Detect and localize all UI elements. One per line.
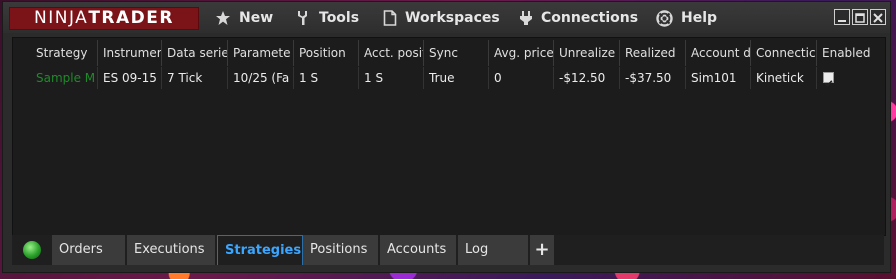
data-series-cell[interactable]: 7 Tick: [162, 67, 228, 89]
menu-help[interactable]: Help: [656, 8, 717, 28]
close-button[interactable]: [870, 9, 886, 25]
enabled-checkbox[interactable]: [823, 72, 834, 88]
logo-ninja: NINJA: [34, 8, 89, 28]
document-icon: [383, 10, 397, 26]
column-header[interactable]: Connectic: [751, 40, 817, 66]
column-header[interactable]: Strategy: [13, 40, 98, 66]
checkmark-icon: [824, 80, 833, 88]
column-header[interactable]: Position: [294, 40, 359, 66]
menu-new[interactable]: New: [215, 8, 273, 28]
menu-workspaces-label: Workspaces: [405, 10, 500, 26]
menu-connections-label: Connections: [541, 10, 639, 26]
close-icon: [873, 13, 883, 23]
wrench-icon: [297, 10, 311, 26]
menu-connections[interactable]: Connections: [519, 8, 638, 28]
minimize-button[interactable]: [834, 9, 850, 25]
menu-tools[interactable]: Tools: [297, 8, 359, 28]
position-cell[interactable]: 1 S: [294, 67, 359, 89]
column-header[interactable]: Data serie: [162, 40, 228, 66]
control-center-window: NINJATRADER New Tools Workspaces Connect…: [2, 1, 891, 273]
instrument-cell[interactable]: ES 09-15: [98, 67, 162, 89]
acct-position-cell[interactable]: 1 S: [359, 67, 424, 89]
column-header[interactable]: Realized: [620, 40, 686, 66]
tab-positions[interactable]: Positions: [303, 235, 378, 265]
tab-log[interactable]: Log: [458, 235, 528, 265]
account-cell[interactable]: Sim101: [686, 67, 751, 89]
column-header[interactable]: Enabled: [817, 40, 885, 66]
maximize-icon: [855, 13, 865, 23]
connection-cell[interactable]: Kinetick: [751, 67, 817, 89]
menu-new-label: New: [239, 10, 274, 26]
realized-cell[interactable]: -$37.50: [620, 67, 686, 89]
menu-tools-label: Tools: [319, 10, 360, 26]
tab-bar: Orders Executions Strategies Positions A…: [12, 235, 884, 265]
window-controls: [834, 9, 886, 25]
menu-help-label: Help: [681, 10, 718, 26]
unrealized-cell[interactable]: -$12.50: [554, 67, 620, 89]
avg-price-cell[interactable]: 0: [489, 67, 554, 89]
sync-cell[interactable]: True: [424, 67, 489, 89]
column-header[interactable]: Sync: [424, 40, 489, 66]
enabled-cell: [817, 67, 885, 89]
add-tab-button[interactable]: +: [530, 235, 554, 265]
tab-strategies[interactable]: Strategies: [217, 235, 303, 265]
lifebuoy-icon: [656, 9, 673, 27]
column-header[interactable]: Unrealize: [554, 40, 620, 66]
strategy-cell[interactable]: Sample M: [13, 67, 98, 89]
tab-orders[interactable]: Orders: [52, 235, 125, 265]
tab-executions[interactable]: Executions: [127, 235, 215, 265]
table-row[interactable]: Sample M ES 09-15 7 Tick 10/25 (Fa 1 S 1…: [13, 67, 885, 89]
connection-status-indicator: [23, 241, 41, 259]
minimize-icon: [838, 20, 846, 22]
ninjatrader-logo: NINJATRADER: [9, 7, 199, 30]
column-header[interactable]: Account d: [686, 40, 751, 66]
grid-header: Strategy Instrumer Data serie Paramete P…: [13, 40, 885, 66]
strategies-grid: Strategy Instrumer Data serie Paramete P…: [12, 37, 886, 236]
tab-accounts[interactable]: Accounts: [380, 235, 456, 265]
column-header[interactable]: Acct. posit: [359, 40, 424, 66]
star-icon: [215, 10, 231, 26]
menu-bar: NINJATRADER New Tools Workspaces Connect…: [3, 2, 890, 33]
column-header[interactable]: Instrumer: [98, 40, 162, 66]
maximize-button[interactable]: [852, 9, 868, 25]
logo-trader: TRADER: [88, 8, 174, 28]
parameters-cell[interactable]: 10/25 (Fa: [228, 67, 294, 89]
column-header[interactable]: Avg. price: [489, 40, 554, 66]
plug-icon: [519, 10, 533, 26]
menu-workspaces[interactable]: Workspaces: [383, 8, 500, 28]
column-header[interactable]: Paramete: [228, 40, 294, 66]
